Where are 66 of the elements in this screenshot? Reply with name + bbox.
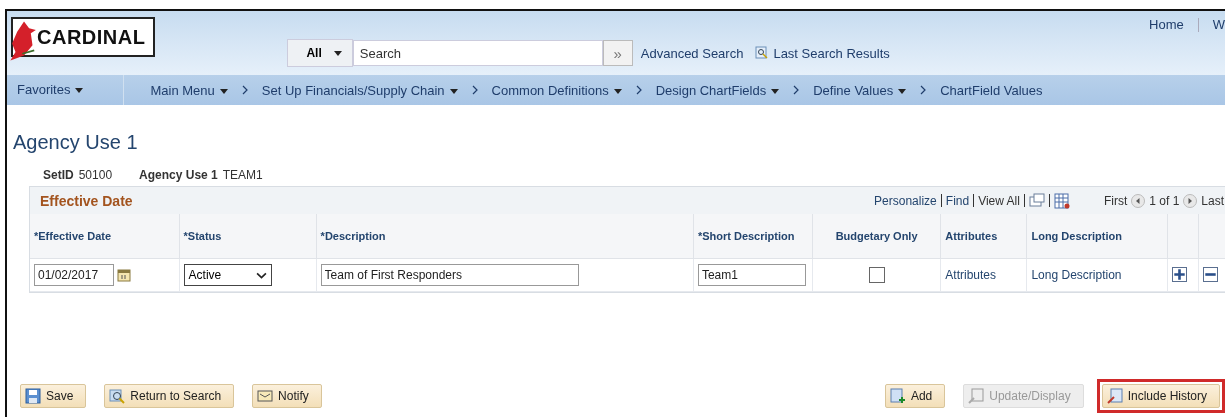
add-row-icon[interactable]	[1172, 267, 1187, 282]
scope-dropdown[interactable]: All	[287, 39, 353, 67]
chevron-icon	[920, 85, 927, 95]
chevron-icon	[241, 85, 248, 95]
header-link[interactable]: Advanced Search	[640, 45, 744, 61]
toolbar-button[interactable]: Include History	[1101, 384, 1220, 408]
field-label: SetID	[43, 168, 74, 182]
column-header: Attributes	[940, 214, 1027, 259]
last-label: Last	[1201, 193, 1224, 208]
document-icon	[1106, 388, 1123, 404]
column-header: Budgetary Only	[812, 214, 941, 259]
breadcrumb-link[interactable]: Favorites	[7, 75, 125, 105]
breadcrumb-link[interactable]: ChartField Values	[930, 82, 1053, 98]
chevron-icon	[793, 85, 800, 95]
column-header: *Effective Date	[30, 214, 180, 259]
magnifier-icon	[109, 388, 126, 404]
spreadsheet-icon[interactable]	[1053, 192, 1070, 209]
page-title: Agency Use 1	[13, 131, 139, 154]
toolbar-button[interactable]: Notify	[252, 384, 322, 408]
delete-row-icon[interactable]	[1203, 267, 1218, 282]
breadcrumb-link[interactable]: Main Menu	[140, 82, 238, 98]
column-header: Long Description	[1026, 214, 1168, 259]
toolbar-button[interactable]: Return to Search	[104, 384, 235, 408]
next-icon[interactable]	[1183, 193, 1198, 208]
grid-link[interactable]: Find	[945, 193, 970, 208]
header-link[interactable]: Last Search Results	[773, 45, 890, 61]
field-value: TEAM1	[222, 168, 263, 182]
add-page-icon	[889, 388, 906, 404]
update-icon	[968, 388, 985, 404]
new-window-icon[interactable]	[1028, 192, 1045, 209]
header-link[interactable]: Home	[1149, 17, 1184, 32]
long-description-link[interactable]: Long Description	[1031, 268, 1122, 282]
grid-title: Effective Date	[40, 192, 133, 209]
date-field[interactable]: 01/02/2017	[34, 264, 114, 286]
chevron-down-icon	[255, 271, 267, 279]
calendar-icon[interactable]	[117, 268, 131, 282]
chevron-icon	[635, 85, 642, 95]
search-results-icon	[755, 46, 770, 60]
checkbox[interactable]	[868, 267, 885, 283]
row-count: 1 of 1	[1149, 193, 1180, 208]
column-header: *Status	[179, 214, 317, 259]
toolbar-button[interactable]: Add	[884, 384, 946, 408]
search-field[interactable]: Search	[352, 40, 603, 66]
toolbar-button[interactable]: Save	[20, 384, 87, 408]
description-field[interactable]: Team of First Responders	[320, 264, 579, 286]
grid-link[interactable]: View All	[978, 193, 1020, 208]
short-description-field[interactable]: Team1	[697, 264, 806, 286]
breadcrumb-link[interactable]: Design ChartFields	[645, 82, 790, 98]
column-header: *Description	[316, 214, 694, 259]
field-value: 50100	[78, 168, 113, 182]
header-link[interactable]: W	[1212, 17, 1225, 32]
chevron-icon	[471, 85, 478, 95]
previous-icon[interactable]	[1131, 193, 1146, 208]
column-header: *Short Description	[693, 214, 813, 259]
attributes-link[interactable]: Attributes	[945, 268, 996, 282]
grid-link[interactable]: Personalize	[874, 193, 937, 208]
breadcrumb-link[interactable]: Set Up Financials/Supply Chain	[251, 82, 468, 98]
status-dropdown[interactable]: Active	[183, 264, 272, 286]
search-button[interactable]: »	[602, 40, 633, 66]
breadcrumb-link[interactable]: Define Values	[803, 82, 917, 98]
first-label: First	[1103, 193, 1128, 208]
breadcrumb-link[interactable]: Common Definitions	[481, 82, 632, 98]
save-icon	[25, 388, 41, 404]
caret-icon	[333, 50, 342, 56]
envelope-icon	[257, 388, 274, 404]
field-label: Agency Use 1	[139, 168, 218, 182]
